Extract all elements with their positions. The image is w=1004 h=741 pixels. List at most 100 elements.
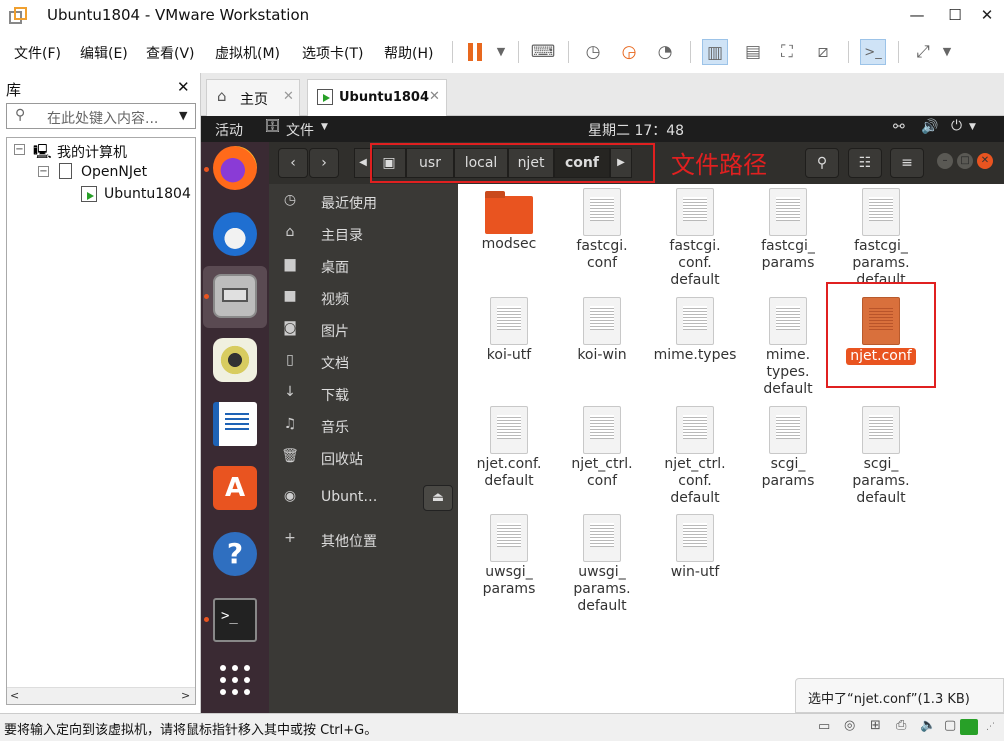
- file-item-fastcgi-conf[interactable]: fastcgi. conf: [554, 188, 650, 272]
- full-screen-icon[interactable]: ⛶: [774, 39, 800, 65]
- terminal-icon[interactable]: >_: [213, 598, 257, 642]
- cd-drive-icon[interactable]: ◎: [844, 718, 855, 733]
- snapshot-manager-icon[interactable]: ◔: [652, 39, 678, 65]
- file-item-koi-win[interactable]: koi-win: [554, 297, 650, 364]
- file-grid: modsec fastcgi. conf fastcgi. conf. defa…: [458, 184, 1004, 713]
- pause-button[interactable]: [462, 39, 488, 65]
- network-icon[interactable]: ⚯: [893, 119, 905, 135]
- clock[interactable]: 星期二 17：48: [588, 120, 684, 140]
- sidebar-item-downloads[interactable]: ↓ 下载: [279, 380, 449, 410]
- menu-help[interactable]: 帮助(H): [384, 43, 433, 63]
- sidebar-item-documents[interactable]: ▯ 文档: [279, 348, 449, 378]
- stretch-dropdown-icon[interactable]: ▼: [934, 39, 960, 65]
- file-name: fastcgi. conf. default: [669, 238, 721, 288]
- tab-ubuntu1804[interactable]: Ubuntu1804 ✕: [307, 79, 447, 116]
- file-item-uwsgi-params[interactable]: uwsgi_ params: [461, 514, 557, 598]
- vm-tab-bar: ⌂ 主页 ✕ Ubuntu1804 ✕: [201, 73, 1004, 116]
- app-menu-files[interactable]: 文件: [286, 120, 314, 140]
- activities-button[interactable]: 活动: [215, 120, 243, 140]
- scroll-left-icon[interactable]: <: [10, 689, 19, 702]
- stretch-icon[interactable]: ⤢: [910, 39, 936, 65]
- collapse-toggle[interactable]: −: [38, 166, 49, 177]
- forward-button[interactable]: ›: [309, 148, 339, 178]
- revert-snapshot-icon[interactable]: ◶: [616, 39, 642, 65]
- console-view-icon[interactable]: >_: [860, 39, 886, 65]
- firefox-icon[interactable]: [213, 146, 257, 190]
- sidebar-item-recent[interactable]: ◷ 最近使用: [279, 188, 449, 218]
- window-close-icon[interactable]: ✕: [977, 153, 993, 169]
- file-item-njet-ctrl-conf[interactable]: njet_ctrl. conf: [554, 406, 650, 490]
- scroll-right-icon[interactable]: >: [181, 689, 190, 702]
- thunderbird-icon[interactable]: [213, 212, 257, 256]
- search-button[interactable]: ⚲: [805, 148, 839, 178]
- sidebar-item-desktop[interactable]: ▆ 桌面: [279, 252, 449, 282]
- tab-home[interactable]: ⌂ 主页 ✕: [206, 79, 300, 116]
- file-item-uwsgi-params-default[interactable]: uwsgi_ params. default: [554, 514, 650, 615]
- tree-vm-ubuntu[interactable]: Ubuntu1804: [104, 186, 191, 202]
- sidebar-item-other-locations[interactable]: + 其他位置: [279, 526, 449, 556]
- help-icon[interactable]: ?: [213, 532, 257, 576]
- horizontal-scrollbar[interactable]: < >: [7, 687, 195, 704]
- menu-view[interactable]: 查看(V): [146, 43, 195, 63]
- file-item-njet-conf-default[interactable]: njet.conf. default: [461, 406, 557, 490]
- send-keys-icon[interactable]: ⌨: [530, 39, 556, 65]
- back-button[interactable]: ‹: [278, 148, 308, 178]
- menu-edit[interactable]: 编辑(E): [80, 43, 128, 63]
- tree-my-computer[interactable]: 我的计算机: [57, 142, 127, 162]
- library-close-icon[interactable]: ✕: [177, 78, 190, 96]
- sound-card-icon[interactable]: 🔈: [920, 718, 936, 733]
- tab-close-icon[interactable]: ✕: [429, 89, 440, 104]
- pause-dropdown-icon[interactable]: ▼: [488, 39, 514, 65]
- menu-tabs[interactable]: 选项卡(T): [302, 43, 363, 63]
- collapse-toggle[interactable]: −: [14, 144, 25, 155]
- file-item-win-utf[interactable]: win-utf: [647, 514, 743, 581]
- volume-icon[interactable]: 🔊: [921, 119, 938, 135]
- view-toggle-button[interactable]: ☷: [848, 148, 882, 178]
- eject-button[interactable]: ⏏: [423, 485, 453, 511]
- file-item-koi-utf[interactable]: koi-utf: [461, 297, 557, 364]
- file-item-mime-types-default[interactable]: mime. types. default: [740, 297, 836, 398]
- show-applications-icon[interactable]: [219, 664, 251, 696]
- menu-button[interactable]: ≡: [890, 148, 924, 178]
- file-item-fastcgi-params-default[interactable]: fastcgi_ params. default: [833, 188, 929, 286]
- software-center-icon[interactable]: A: [213, 466, 257, 510]
- file-item-mime-types[interactable]: mime.types: [647, 297, 743, 364]
- thumbnail-bar-icon[interactable]: ▤: [740, 39, 766, 65]
- file-item-njet-ctrl-conf-default[interactable]: njet_ctrl. conf. default: [647, 406, 743, 507]
- window-minimize-icon[interactable]: –: [937, 153, 953, 169]
- printer-icon[interactable]: ⎙: [896, 718, 906, 733]
- power-icon[interactable]: ⏻: [951, 118, 962, 134]
- window-maximize-icon[interactable]: □: [957, 153, 973, 169]
- close-button[interactable]: ✕: [976, 4, 998, 26]
- search-dropdown-icon[interactable]: ▼: [179, 109, 187, 122]
- sidebar-item-music[interactable]: ♫ 音乐: [279, 412, 449, 442]
- resize-grip-icon[interactable]: ⋰: [986, 722, 995, 732]
- file-item-modsec[interactable]: modsec: [461, 190, 557, 253]
- network-adapter-icon[interactable]: ⊞: [870, 718, 881, 733]
- menu-file[interactable]: 文件(F): [14, 43, 61, 63]
- maximize-button[interactable]: ☐: [944, 4, 966, 26]
- file-item-scgi-params-default[interactable]: scgi_ params. default: [833, 406, 929, 507]
- menu-vm[interactable]: 虚拟机(M): [215, 43, 280, 63]
- system-menu-arrow-icon[interactable]: ▼: [969, 122, 976, 132]
- hard-disk-icon[interactable]: ▭: [818, 719, 830, 734]
- message-log-icon[interactable]: [960, 719, 978, 735]
- minimize-button[interactable]: —: [906, 4, 928, 26]
- sidebar-item-home[interactable]: ⌂ 主目录: [279, 220, 449, 250]
- files-icon[interactable]: [213, 274, 257, 318]
- show-library-icon[interactable]: ▥: [702, 39, 728, 65]
- sidebar-item-trash[interactable]: 🗑 回收站: [279, 444, 449, 474]
- sidebar-item-videos[interactable]: ■ 视频: [279, 284, 449, 314]
- tab-close-icon[interactable]: ✕: [283, 89, 294, 104]
- file-item-fastcgi-conf-default[interactable]: fastcgi. conf. default: [647, 188, 743, 289]
- libreoffice-writer-icon[interactable]: [213, 402, 257, 446]
- unity-icon[interactable]: ⧄: [810, 39, 836, 65]
- rhythmbox-icon[interactable]: [213, 338, 257, 382]
- file-item-scgi-params[interactable]: scgi_ params: [740, 406, 836, 490]
- snapshot-icon[interactable]: ◷: [580, 39, 606, 65]
- library-search-input[interactable]: ⚲ 在此处键入内容... ▼: [6, 103, 196, 129]
- sidebar-item-pictures[interactable]: ◙ 图片: [279, 316, 449, 346]
- file-item-fastcgi-params[interactable]: fastcgi_ params: [740, 188, 836, 272]
- tree-opennjet[interactable]: OpenNJet: [81, 164, 147, 180]
- display-icon[interactable]: ▢: [944, 718, 956, 733]
